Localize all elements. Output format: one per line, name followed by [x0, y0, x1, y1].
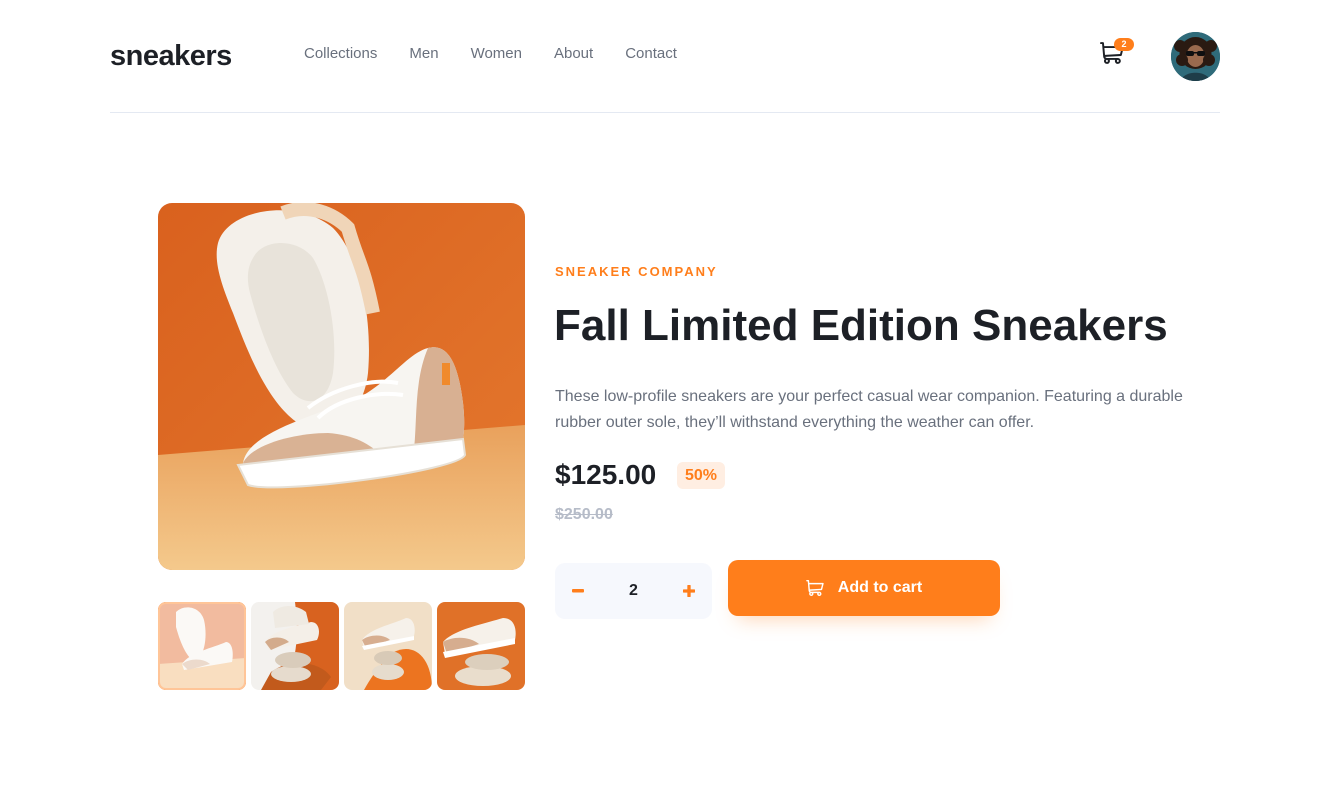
thumbnail-3[interactable] [344, 602, 432, 690]
thumb-2 [251, 602, 339, 690]
add-to-cart-button[interactable]: Add to cart [728, 560, 1000, 616]
thumbnail-strip [158, 602, 525, 690]
thumbnail-2[interactable] [251, 602, 339, 690]
original-price: $250.00 [555, 506, 613, 523]
nav-link-collections[interactable]: Collections [304, 44, 377, 64]
company-name: SNEAKER COMPANY [555, 264, 718, 279]
minus-icon [572, 589, 584, 593]
user-avatar[interactable] [1171, 32, 1220, 81]
thumb-1 [158, 602, 246, 690]
nav-link-women[interactable]: Women [471, 44, 522, 64]
site-header: sneakers Collections Men Women About Con… [110, 0, 1220, 113]
nav-link-contact[interactable]: Contact [625, 44, 677, 64]
thumbnail-4[interactable] [437, 602, 525, 690]
product-main-image[interactable] [158, 203, 525, 570]
brand-logo[interactable]: sneakers [110, 38, 232, 74]
sneaker-hero-image [158, 203, 525, 570]
quantity-input[interactable] [601, 563, 666, 619]
main-nav: Collections Men Women About Contact [304, 44, 709, 64]
increase-quantity-button[interactable] [666, 563, 712, 619]
add-to-cart-label: Add to cart [837, 579, 923, 596]
product-title: Fall Limited Edition Sneakers [554, 301, 1168, 350]
thumbnail-1[interactable] [158, 602, 246, 690]
nav-link-about[interactable]: About [554, 44, 593, 64]
thumb-4 [437, 602, 525, 690]
decrease-quantity-button[interactable] [555, 563, 601, 619]
cart-icon [805, 580, 824, 596]
quantity-stepper [555, 563, 712, 619]
thumb-3 [344, 602, 432, 690]
avatar-image [1171, 32, 1220, 81]
current-price: $125.00 [555, 459, 657, 490]
nav-link-men[interactable]: Men [409, 44, 438, 64]
plus-icon [683, 585, 695, 597]
product-description: These low-profile sneakers are your perf… [555, 388, 1183, 431]
discount-badge: 50% [677, 462, 726, 489]
cart-count-badge: 2 [1114, 38, 1134, 51]
